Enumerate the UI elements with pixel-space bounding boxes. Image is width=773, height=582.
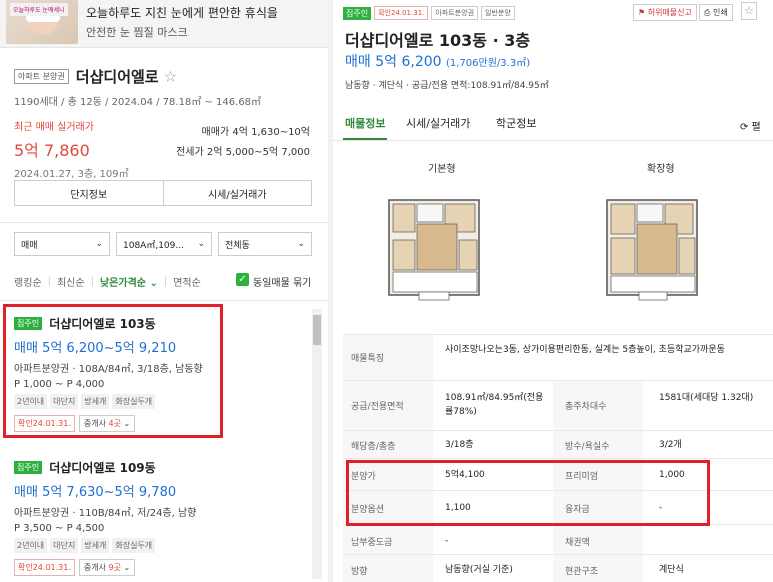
listing-tag: 화장실두개 (112, 538, 156, 553)
table-label: 매물특징 (351, 354, 385, 364)
ad-subtitle: 안전한 눈 찜질 마스크 (86, 26, 188, 39)
table-row: 납부중도금 - 채권액 (343, 524, 773, 555)
listing-tag: 방세개 (81, 538, 110, 553)
size-select[interactable]: 108A㎡,109... ⌄ (116, 232, 212, 256)
detail-panel: 집주인 확인24.01.31. 아파트분양권 일반분양 ⚑ 허위매물신고 ⎙ 인… (333, 0, 773, 582)
lease-price-range: 전세가 2억 5,000~5억 7,000 (176, 147, 310, 158)
favorite-star-icon[interactable]: ☆ (164, 68, 177, 86)
table-label: 공급/전용면적 (351, 402, 404, 412)
listing-price: 매매 5억 7,630~5억 9,780 (14, 485, 177, 500)
complex-info-button[interactable]: 단지정보 (14, 180, 164, 206)
listing-name: 더샵디어엘로 109동 (49, 461, 156, 475)
highlight-box (3, 304, 223, 438)
table-value: 3/2개 (659, 440, 682, 450)
chevron-down-icon: ⌄ (197, 239, 205, 249)
size-value: 108A㎡,109... (123, 240, 184, 251)
chevron-down-icon: ⌄ (297, 239, 305, 249)
report-button[interactable]: ⚑ 허위매물신고 (633, 4, 697, 21)
table-row: 매물특징 사이조망나오는3동, 상가이용편리한동, 실계는 5층높이, 초등학교… (343, 334, 773, 381)
scrollbar-thumb[interactable] (313, 315, 321, 345)
sort-area[interactable]: 면적순 (173, 274, 201, 289)
listing-tag: 2년이내 (14, 538, 48, 553)
sort-low-price[interactable]: 낮은가격순 ⌄ (100, 274, 158, 289)
highlight-box (346, 460, 710, 526)
detail-tabs: 매물정보 시세/실거래가 학군정보 ⟳ 펼 (333, 103, 773, 141)
detail-title: 더샵디어엘로 103동 · 3층 (345, 31, 531, 50)
recent-trade-date: 2024.01.27, 3층, 109㎡ (14, 169, 129, 180)
listing-premium-range: P 3,500 ~ P 4,500 (14, 523, 105, 534)
confirm-date-badge: 확인24.01.31. (14, 559, 75, 576)
table-row: 해당층/총층 3/18층 방수/욕실수 3/2개 (343, 430, 773, 459)
table-label: 채권액 (565, 538, 590, 548)
kind-chip: 일반분양 (481, 6, 515, 20)
building-value: 전체동 (225, 240, 250, 251)
same-listing-checkbox[interactable]: ✓ (236, 273, 249, 286)
ad-title[interactable]: 오늘하루도 지친 눈에게 편안한 휴식을 (86, 4, 278, 21)
table-label: 총주차대수 (565, 402, 607, 412)
owner-chip: 집주인 (14, 461, 43, 474)
same-listing-label: 동일매물 묶기 (253, 278, 312, 289)
chevron-down-icon: ⌄ (95, 239, 103, 249)
tab-school-info[interactable]: 학군정보 (496, 115, 536, 131)
detail-price: 매매 5억 6,200 (1,706만원/3.3㎡) (345, 54, 531, 70)
complex-info: 1190세대 / 총 12동 / 2024.04 / 78.18㎡ ~ 146.… (14, 97, 262, 108)
detail-spec: 남동향 · 계단식 · 공급/전용 면적:108.91㎡/84.95㎡ (345, 81, 549, 91)
agent-count-button[interactable]: 중개사 9곳 ⌄ (78, 559, 136, 576)
table-label: 방수/욕실수 (565, 442, 610, 452)
table-label: 해당층/총층 (351, 442, 396, 452)
listing-tag: 대단지 (50, 538, 79, 553)
complex-name: 더샵디어엘로 (75, 68, 159, 86)
complex-type-badge: 아파트 분양권 (14, 69, 69, 84)
floor-plan-extended-image[interactable] (597, 180, 707, 320)
plan-extended-label: 확장형 (647, 164, 675, 175)
favorite-star-icon[interactable]: ☆ (741, 2, 757, 20)
trade-type-value: 매매 (21, 240, 38, 251)
print-button[interactable]: ⎙ 인쇄 (699, 4, 733, 21)
tab-trade-price[interactable]: 시세/실거래가 (406, 115, 470, 131)
scrollbar[interactable] (312, 309, 322, 579)
type-chip: 아파트분양권 (431, 6, 479, 20)
plan-basic-label: 기본형 (428, 164, 456, 175)
table-value: 계단식 (659, 565, 684, 575)
listing-panel: 오늘하루도 눈에세니 오늘하루도 지친 눈에게 편안한 휴식을 안전한 눈 찜질… (0, 0, 328, 582)
trade-type-select[interactable]: 매매 ⌄ (14, 232, 110, 256)
sort-ranking[interactable]: 랭킹순 (14, 274, 42, 289)
ad-image[interactable]: 오늘하루도 눈에세니 (6, 0, 78, 44)
table-row: 공급/전용면적 108.91㎡/84.95㎡(전용률78%) 총주차대수 158… (343, 380, 773, 431)
building-select[interactable]: 전체동 ⌄ (218, 232, 312, 256)
floor-plan-basic-image[interactable] (379, 180, 489, 320)
table-value: 108.91㎡/84.95㎡(전용률78%) (445, 393, 544, 417)
owner-chip: 집주인 (343, 6, 372, 20)
list-item[interactable]: 집주인 더샵디어엘로 109동 매매 5억 7,630~5억 9,780 아파트… (14, 457, 304, 576)
listing-spec: 아파트분양권 · 110B/84㎡, 저/24층, 남향 (14, 508, 197, 519)
table-value: 3/18층 (445, 440, 474, 450)
sort-latest[interactable]: 최신순 (57, 274, 85, 289)
sale-price-range: 매매가 4억 1,630~10억 (201, 127, 310, 138)
trade-price-button[interactable]: 시세/실거래가 (163, 180, 312, 206)
refresh-button[interactable]: ⟳ 펼 (740, 118, 761, 133)
ad-banner[interactable]: 오늘하루도 눈에세니 오늘하루도 지친 눈에게 편안한 휴식을 안전한 눈 찜질… (0, 0, 328, 48)
ad-thumb-tag: 오늘하루도 눈에세니 (10, 3, 68, 16)
active-tab-indicator (343, 138, 387, 140)
table-row: 방향 남동향(거실 기준) 현관구조 계단식 (343, 554, 773, 582)
table-value: 사이조망나오는3동, 상가이용편리한동, 실계는 5층높이, 초등학교가까운동 (445, 345, 725, 355)
table-label: 납부중도금 (351, 538, 393, 548)
table-value: 남동향(거실 기준) (445, 565, 513, 575)
table-label: 현관구조 (565, 567, 599, 577)
confirm-chip: 확인24.01.31. (374, 6, 429, 20)
table-label: 방향 (351, 567, 368, 577)
listing-list: 집주인 더샵디어엘로 103동 매매 5억 6,200~5억 9,210 아파트… (0, 300, 328, 582)
table-value: 1581대(세대당 1.32대) (659, 393, 754, 403)
tab-listing-info[interactable]: 매물정보 (345, 115, 385, 131)
table-value: - (445, 536, 449, 546)
